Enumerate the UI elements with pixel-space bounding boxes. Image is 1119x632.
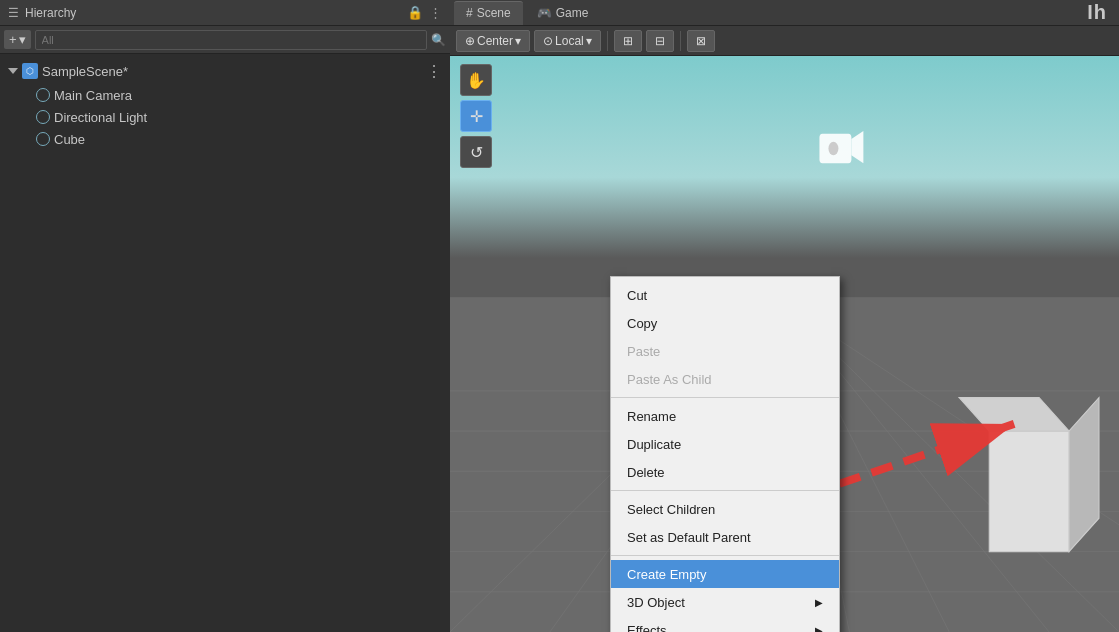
center-button[interactable]: ⊕ Center ▾ <box>456 30 530 52</box>
ctx-duplicate[interactable]: Duplicate <box>611 430 839 458</box>
tabs-bar: # Scene 🎮 Game Ih <box>450 0 1119 26</box>
ctx-set-default-parent-label: Set as Default Parent <box>627 530 751 545</box>
ctx-select-children-label: Select Children <box>627 502 715 517</box>
ctx-create-empty[interactable]: Create Empty <box>611 560 839 588</box>
hierarchy-menu-icon: ☰ <box>8 6 19 20</box>
game-tab-label: Game <box>556 6 589 20</box>
scene-name: SampleScene* <box>42 64 128 79</box>
scene-tab-icon: # <box>466 6 473 20</box>
ctx-delete-label: Delete <box>627 465 665 480</box>
rotate-tool-button[interactable]: ↺ <box>460 136 492 168</box>
ctx-3d-object-arrow-icon: ▶ <box>815 597 823 608</box>
local-dropdown-icon: ▾ <box>586 34 592 48</box>
ctx-sep-3 <box>611 555 839 556</box>
hierarchy-panel: ☰ Hierarchy 🔒 ⋮ + ▾ 🔍 ⬡ SampleScene* ⋮ <box>0 0 450 632</box>
ctx-effects-label: Effects <box>627 623 667 633</box>
ctx-effects-arrow-icon: ▶ <box>815 625 823 633</box>
tab-scene[interactable]: # Scene <box>454 1 523 25</box>
hierarchy-item-cube[interactable]: Cube <box>0 128 450 150</box>
hierarchy-item-directional-light[interactable]: Directional Light <box>0 106 450 128</box>
main-camera-icon <box>36 88 50 102</box>
local-icon: ⊙ <box>543 34 553 48</box>
pivot-icon: ⊕ <box>465 34 475 48</box>
toolbar-separator-2 <box>680 31 681 51</box>
directional-light-icon <box>36 110 50 124</box>
ctx-paste-label: Paste <box>627 344 660 359</box>
main-area: # Scene 🎮 Game Ih ⊕ Center ▾ ⊙ Local ▾ <box>450 0 1119 632</box>
ctx-set-default-parent[interactable]: Set as Default Parent <box>611 523 839 551</box>
scene-toolbar: ⊕ Center ▾ ⊙ Local ▾ ⊞ ⊟ ⊠ <box>450 26 1119 56</box>
svg-marker-20 <box>851 131 863 163</box>
scene-tools: ✋ ✛ ↺ <box>460 64 492 168</box>
move-tool-button[interactable]: ✛ <box>460 100 492 132</box>
ctx-3d-object-label: 3D Object <box>627 595 685 610</box>
grid-btn-2[interactable]: ⊟ <box>646 30 674 52</box>
hierarchy-title: Hierarchy <box>25 6 76 20</box>
ctx-rename[interactable]: Rename <box>611 402 839 430</box>
scene-more-icon[interactable]: ⋮ <box>426 62 450 81</box>
ctx-3d-object[interactable]: 3D Object ▶ <box>611 588 839 616</box>
scene-tab-label: Scene <box>477 6 511 20</box>
ctx-copy[interactable]: Copy <box>611 309 839 337</box>
directional-light-label: Directional Light <box>54 110 147 125</box>
ctx-delete[interactable]: Delete <box>611 458 839 486</box>
hierarchy-more-icon[interactable]: ⋮ <box>429 5 442 20</box>
expand-triangle-icon <box>8 68 18 74</box>
hierarchy-header: ☰ Hierarchy 🔒 ⋮ <box>0 0 450 26</box>
center-label: Center <box>477 34 513 48</box>
cube-label: Cube <box>54 132 85 147</box>
ctx-rename-label: Rename <box>627 409 676 424</box>
ctx-paste[interactable]: Paste <box>611 337 839 365</box>
ctx-select-children[interactable]: Select Children <box>611 495 839 523</box>
main-camera-label: Main Camera <box>54 88 132 103</box>
game-tab-icon: 🎮 <box>537 6 552 20</box>
ctx-cut-label: Cut <box>627 288 647 303</box>
ctx-paste-as-child[interactable]: Paste As Child <box>611 365 839 393</box>
svg-point-21 <box>828 142 838 155</box>
ctx-create-empty-label: Create Empty <box>627 567 706 582</box>
tab-game[interactable]: 🎮 Game <box>525 1 601 25</box>
ctx-copy-label: Copy <box>627 316 657 331</box>
scene-icon: ⬡ <box>22 63 38 79</box>
hierarchy-item-main-camera[interactable]: Main Camera <box>0 84 450 106</box>
local-label: Local <box>555 34 584 48</box>
cube-icon <box>36 132 50 146</box>
svg-marker-16 <box>989 431 1069 552</box>
ctx-paste-as-child-label: Paste As Child <box>627 372 712 387</box>
center-dropdown-icon: ▾ <box>515 34 521 48</box>
toolbar-separator-1 <box>607 31 608 51</box>
grid-btn-3[interactable]: ⊠ <box>687 30 715 52</box>
local-button[interactable]: ⊙ Local ▾ <box>534 30 601 52</box>
hierarchy-content: ⬡ SampleScene* ⋮ Main Camera Directional… <box>0 54 450 632</box>
add-dropdown-icon: ▾ <box>19 32 26 47</box>
context-menu: Cut Copy Paste Paste As Child Rename Dup… <box>610 276 840 632</box>
hand-tool-button[interactable]: ✋ <box>460 64 492 96</box>
ctx-duplicate-label: Duplicate <box>627 437 681 452</box>
grid-btn-1[interactable]: ⊞ <box>614 30 642 52</box>
search-icon: 🔍 <box>431 33 446 47</box>
ctx-cut[interactable]: Cut <box>611 281 839 309</box>
hierarchy-lock-icon[interactable]: 🔒 <box>407 5 423 20</box>
hierarchy-header-icons: 🔒 ⋮ <box>407 5 442 20</box>
scene-root-item[interactable]: ⬡ SampleScene* ⋮ <box>0 58 450 84</box>
add-plus-icon: + <box>9 32 17 47</box>
add-object-button[interactable]: + ▾ <box>4 30 31 49</box>
hierarchy-toolbar: + ▾ 🔍 <box>0 26 450 54</box>
ctx-sep-1 <box>611 397 839 398</box>
ctx-sep-2 <box>611 490 839 491</box>
hierarchy-search-input[interactable] <box>35 30 427 50</box>
scene-viewport[interactable]: ✋ ✛ ↺ Cut Copy Paste Paste As Child <box>450 56 1119 632</box>
header-label: Ih <box>1087 1 1107 24</box>
ctx-effects[interactable]: Effects ▶ <box>611 616 839 632</box>
